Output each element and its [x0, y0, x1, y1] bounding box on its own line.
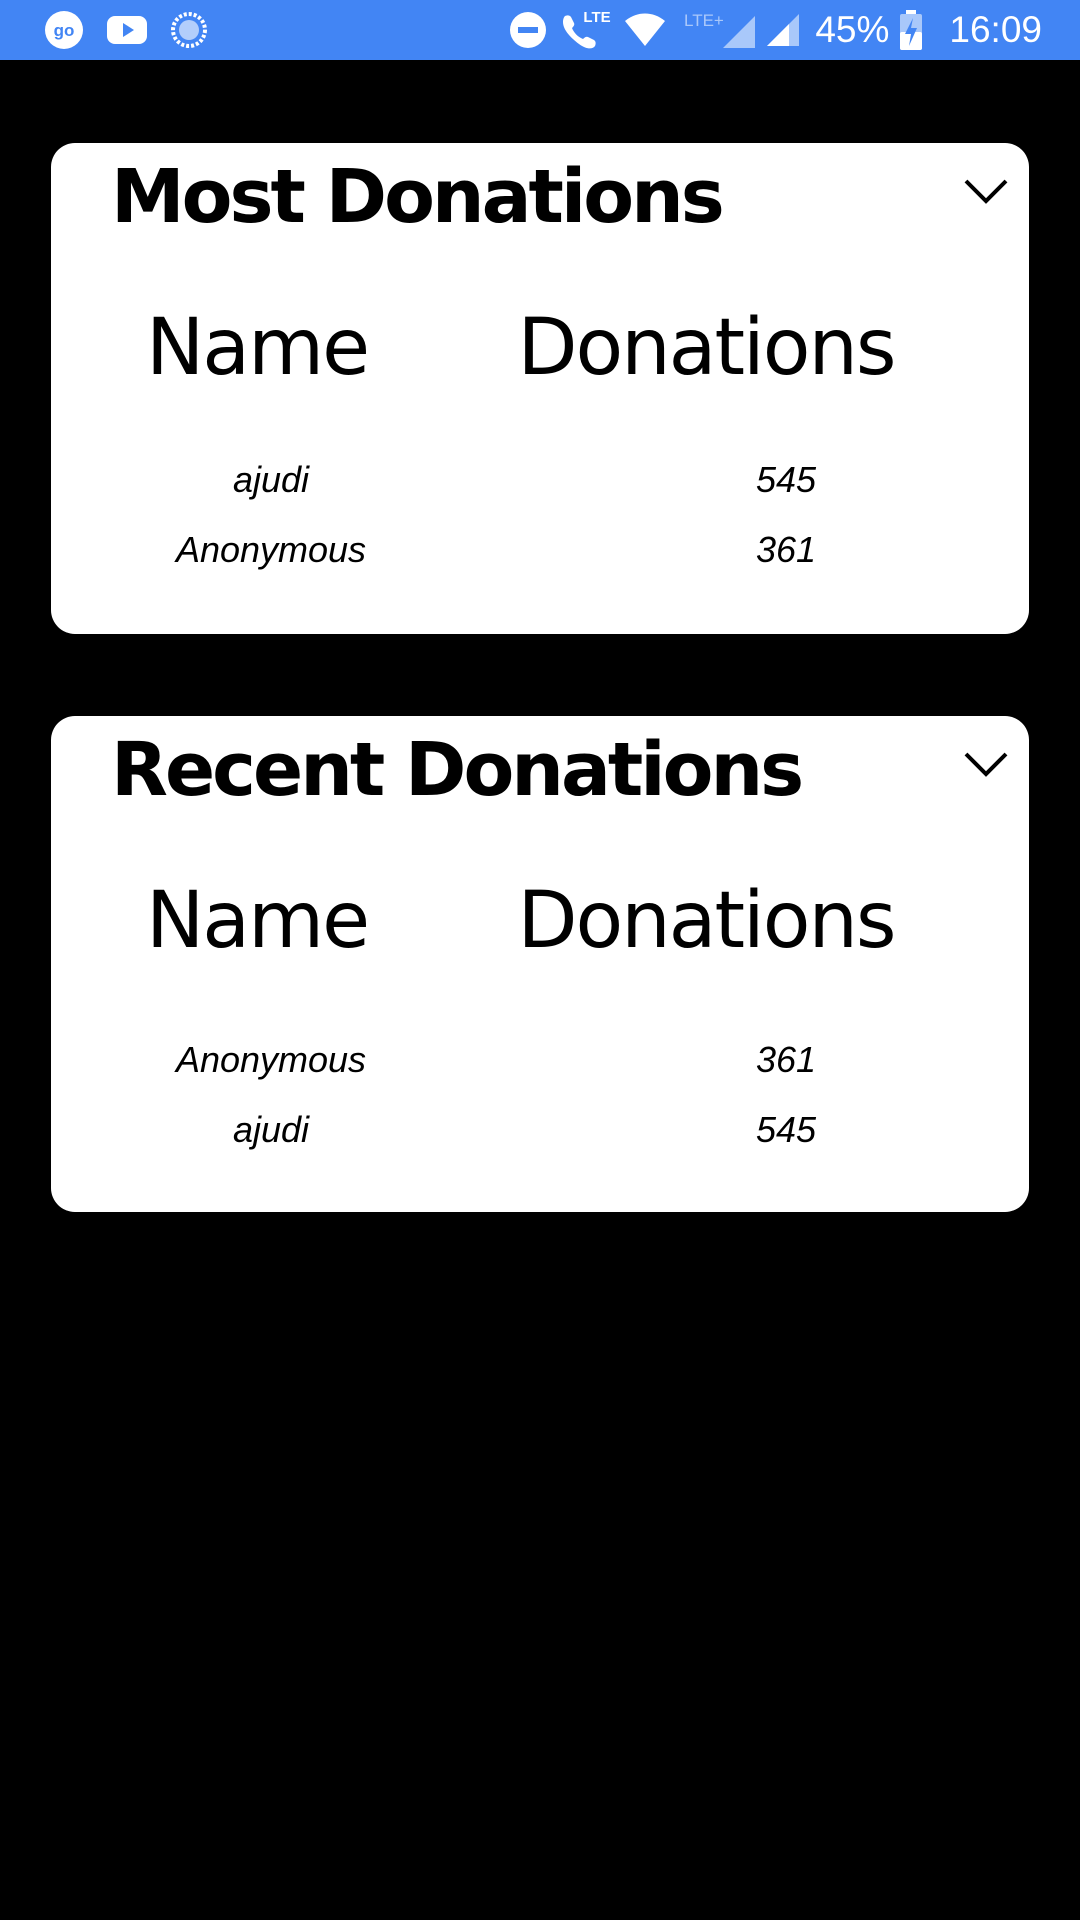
column-header-name: Name	[145, 876, 370, 966]
recent-donations-title: Recent Donations	[111, 727, 804, 813]
notification-icons: go	[44, 10, 208, 50]
wifi-icon	[623, 12, 667, 48]
go-label: go	[54, 21, 75, 40]
lte-call-icon: LTE	[559, 8, 613, 52]
recent-donations-card: Recent Donations Name Donations Anonymou…	[51, 716, 1029, 1212]
battery-charging-icon	[899, 10, 923, 50]
do-not-disturb-icon	[509, 11, 547, 49]
clock-time: 16:09	[949, 9, 1042, 50]
column-header-name: Name	[145, 303, 370, 393]
table-row-name: Anonymous	[175, 529, 367, 570]
table-row-name: ajudi	[232, 459, 310, 500]
cell-signal-icon	[765, 12, 801, 48]
column-header-donations: Donations	[517, 876, 896, 966]
table-row-donations: 361	[755, 1039, 817, 1080]
chevron-down-icon[interactable]	[963, 173, 1009, 207]
battery-percent: 45%	[815, 9, 890, 50]
most-donations-card: Most Donations Name Donations ajudi 545 …	[51, 143, 1029, 634]
chevron-down-icon[interactable]	[963, 746, 1009, 780]
table-row-donations: 361	[755, 529, 817, 570]
table-row-name: Anonymous	[175, 1039, 367, 1080]
system-icons: LTE LTE+ 45% 16:09	[509, 8, 1042, 52]
status-bar: go LTE LTE+ 45% 16:09	[0, 0, 1080, 60]
youtube-icon	[106, 14, 148, 46]
most-donations-title: Most Donations	[111, 154, 725, 240]
lte-label: LTE	[584, 9, 611, 26]
table-row-name: ajudi	[232, 1109, 310, 1150]
table-row-donations: 545	[755, 459, 817, 500]
table-row-donations: 545	[755, 1109, 817, 1150]
lte-plus-label: LTE+	[684, 11, 724, 30]
go-app-icon: go	[44, 10, 84, 50]
loading-circle-icon	[170, 11, 208, 49]
lte-plus-signal-icon: LTE+	[683, 10, 757, 50]
column-header-donations: Donations	[517, 303, 896, 393]
